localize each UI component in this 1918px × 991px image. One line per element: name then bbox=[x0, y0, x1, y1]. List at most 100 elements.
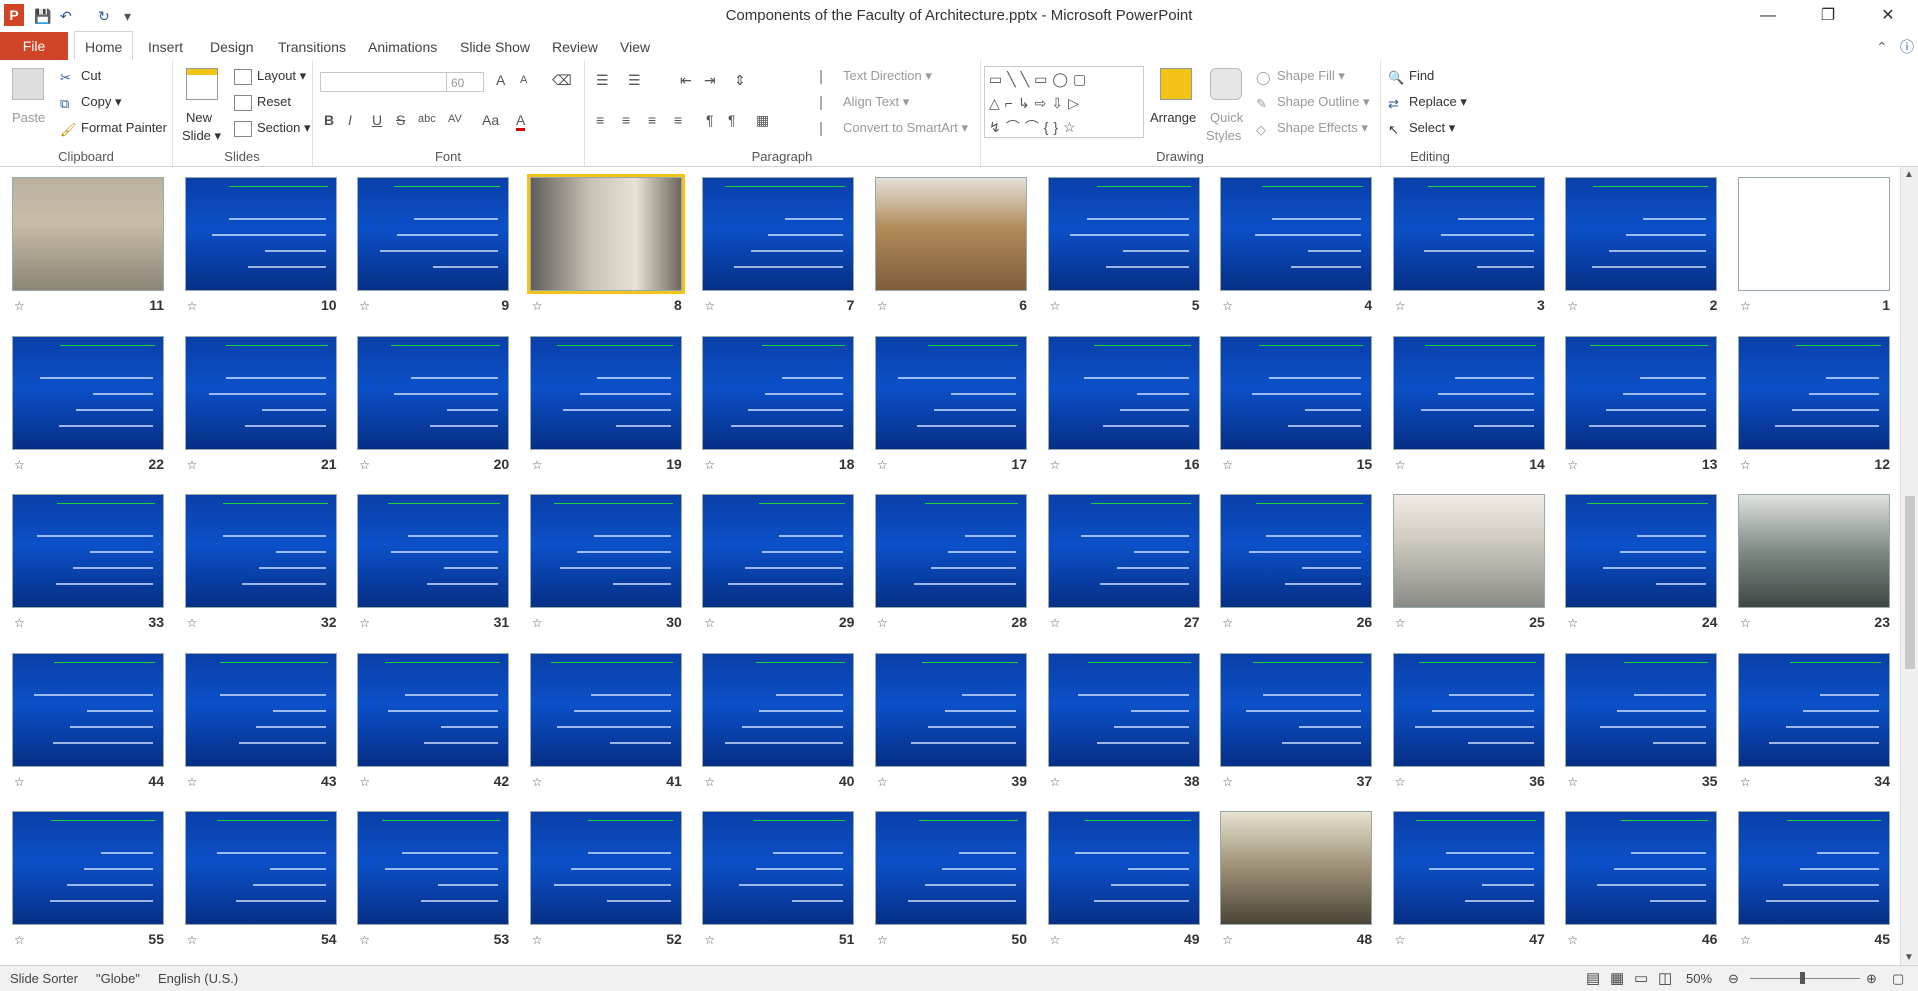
transition-icon[interactable]: ☆ bbox=[532, 933, 543, 947]
zoom-slider-thumb[interactable] bbox=[1800, 972, 1805, 984]
tab-slide-show[interactable]: Slide Show bbox=[450, 32, 540, 60]
format-painter-button[interactable]: 🖌 Format Painter bbox=[60, 120, 167, 137]
tab-transitions[interactable]: Transitions bbox=[268, 32, 356, 60]
slide-thumbnail[interactable] bbox=[1047, 494, 1200, 609]
help-icon[interactable]: ⓘ bbox=[1890, 32, 1918, 60]
reset-button[interactable]: Reset bbox=[234, 94, 291, 111]
scroll-up-icon[interactable]: ▲ bbox=[1904, 169, 1914, 180]
new-slide-button-2[interactable]: Slide ▾ bbox=[182, 128, 221, 144]
slide-thumbnail[interactable] bbox=[529, 811, 682, 926]
arrange-button[interactable]: Arrange bbox=[1150, 110, 1196, 125]
line-spacing-icon[interactable]: ⇕ bbox=[734, 72, 746, 89]
transition-icon[interactable]: ☆ bbox=[187, 299, 198, 313]
tab-insert[interactable]: Insert bbox=[138, 32, 193, 60]
slide-thumbnail[interactable] bbox=[702, 335, 855, 450]
slide-thumbnail[interactable] bbox=[12, 177, 164, 291]
transition-icon[interactable]: ☆ bbox=[704, 616, 715, 630]
rtl-icon[interactable]: ¶ bbox=[728, 112, 736, 128]
slide-thumbnail[interactable] bbox=[529, 494, 682, 609]
zoom-slider[interactable] bbox=[1750, 978, 1860, 979]
slide-thumbnail[interactable] bbox=[184, 652, 337, 767]
transition-icon[interactable]: ☆ bbox=[1567, 775, 1578, 789]
language-indicator[interactable]: English (U.S.) bbox=[158, 966, 238, 991]
transition-icon[interactable]: ☆ bbox=[1740, 616, 1751, 630]
transition-icon[interactable]: ☆ bbox=[1050, 616, 1061, 630]
transition-icon[interactable]: ☆ bbox=[532, 299, 543, 313]
slide-thumbnail[interactable] bbox=[1565, 652, 1718, 767]
zoom-out-icon[interactable]: ⊖ bbox=[1728, 966, 1739, 991]
fit-slide-icon[interactable]: ▢ bbox=[1892, 966, 1904, 991]
transition-icon[interactable]: ☆ bbox=[1567, 616, 1578, 630]
slide-thumbnail[interactable] bbox=[529, 652, 682, 767]
tab-file[interactable]: File bbox=[0, 32, 68, 60]
transition-icon[interactable]: ☆ bbox=[1395, 775, 1406, 789]
clear-format-icon[interactable]: ⌫ bbox=[552, 72, 572, 89]
slide-thumbnail[interactable] bbox=[184, 811, 337, 926]
shape-outline-button[interactable]: ✎ Shape Outline ▾ bbox=[1256, 94, 1370, 111]
slide-thumbnail[interactable] bbox=[1392, 177, 1545, 291]
new-slide-button[interactable]: New bbox=[186, 110, 212, 125]
transition-icon[interactable]: ☆ bbox=[704, 933, 715, 947]
shape-effects-button[interactable]: ◇ Shape Effects ▾ bbox=[1256, 120, 1368, 137]
slide-thumbnail[interactable] bbox=[1392, 811, 1545, 926]
transition-icon[interactable]: ☆ bbox=[1740, 458, 1751, 472]
transition-icon[interactable]: ☆ bbox=[1222, 299, 1233, 313]
align-text-button[interactable]: Align Text ▾ bbox=[820, 94, 909, 110]
transition-icon[interactable]: ☆ bbox=[704, 775, 715, 789]
transition-icon[interactable]: ☆ bbox=[14, 299, 25, 313]
tab-animations[interactable]: Animations bbox=[358, 32, 447, 60]
slide-thumbnail[interactable] bbox=[702, 652, 855, 767]
transition-icon[interactable]: ☆ bbox=[704, 458, 715, 472]
slide-thumbnail[interactable] bbox=[357, 652, 510, 767]
decrease-indent-icon[interactable]: ⇤ bbox=[680, 72, 692, 89]
slide-thumbnail[interactable] bbox=[1220, 494, 1373, 609]
transition-icon[interactable]: ☆ bbox=[187, 775, 198, 789]
quick-styles-button-2[interactable]: Styles bbox=[1206, 128, 1241, 143]
slide-thumbnail[interactable] bbox=[357, 811, 510, 926]
tab-design[interactable]: Design bbox=[200, 32, 264, 60]
slide-thumbnail[interactable] bbox=[526, 174, 685, 294]
transition-icon[interactable]: ☆ bbox=[877, 775, 888, 789]
transition-icon[interactable]: ☆ bbox=[187, 458, 198, 472]
char-spacing-button[interactable]: AV bbox=[448, 113, 462, 125]
slide-thumbnail[interactable] bbox=[357, 177, 510, 291]
slide-thumbnail[interactable] bbox=[1047, 335, 1200, 450]
zoom-level[interactable]: 50% bbox=[1686, 966, 1712, 991]
slide-thumbnail[interactable] bbox=[1220, 177, 1373, 291]
normal-view-icon[interactable]: ▤ bbox=[1586, 966, 1600, 991]
underline-button[interactable]: U bbox=[372, 112, 382, 128]
change-case-button[interactable]: Aa bbox=[482, 112, 499, 128]
reading-view-icon[interactable]: ▭ bbox=[1634, 966, 1648, 991]
text-direction-button[interactable]: Text Direction ▾ bbox=[820, 68, 932, 84]
slide-thumbnail[interactable] bbox=[1565, 335, 1718, 450]
transition-icon[interactable]: ☆ bbox=[1395, 616, 1406, 630]
transition-icon[interactable]: ☆ bbox=[1567, 458, 1578, 472]
font-size-field[interactable]: 60 bbox=[446, 72, 484, 92]
scroll-down-icon[interactable]: ▼ bbox=[1904, 952, 1914, 963]
slide-thumbnail[interactable] bbox=[357, 494, 510, 609]
replace-button[interactable]: ⇄ Replace ▾ bbox=[1388, 94, 1467, 111]
tab-view[interactable]: View bbox=[610, 32, 660, 60]
slide-thumbnail[interactable] bbox=[1392, 494, 1545, 609]
transition-icon[interactable]: ☆ bbox=[1050, 933, 1061, 947]
transition-icon[interactable]: ☆ bbox=[1395, 933, 1406, 947]
slide-thumbnail[interactable] bbox=[12, 652, 164, 767]
copy-button[interactable]: ⧉ Copy ▾ bbox=[60, 94, 122, 111]
slide-thumbnail[interactable] bbox=[1220, 652, 1373, 767]
bold-button[interactable]: B bbox=[324, 112, 334, 128]
slide-thumbnail[interactable] bbox=[1047, 811, 1200, 926]
minimize-button[interactable]: — bbox=[1746, 4, 1790, 28]
slide-thumbnail[interactable] bbox=[1565, 177, 1718, 291]
transition-icon[interactable]: ☆ bbox=[187, 933, 198, 947]
shapes-gallery[interactable]: ▭╲╲▭◯▢ △⌐↳⇨⇩▷ ↯⌒⌒{}☆ bbox=[984, 66, 1144, 138]
transition-icon[interactable]: ☆ bbox=[1740, 933, 1751, 947]
paste-button[interactable]: Paste bbox=[12, 110, 45, 125]
align-right-icon[interactable]: ≡ bbox=[648, 112, 656, 128]
transition-icon[interactable]: ☆ bbox=[1222, 933, 1233, 947]
slide-thumbnail[interactable] bbox=[702, 811, 855, 926]
transition-icon[interactable]: ☆ bbox=[14, 616, 25, 630]
transition-icon[interactable]: ☆ bbox=[359, 458, 370, 472]
slide-thumbnail[interactable] bbox=[702, 494, 855, 609]
transition-icon[interactable]: ☆ bbox=[1740, 775, 1751, 789]
tab-review[interactable]: Review bbox=[542, 32, 608, 60]
